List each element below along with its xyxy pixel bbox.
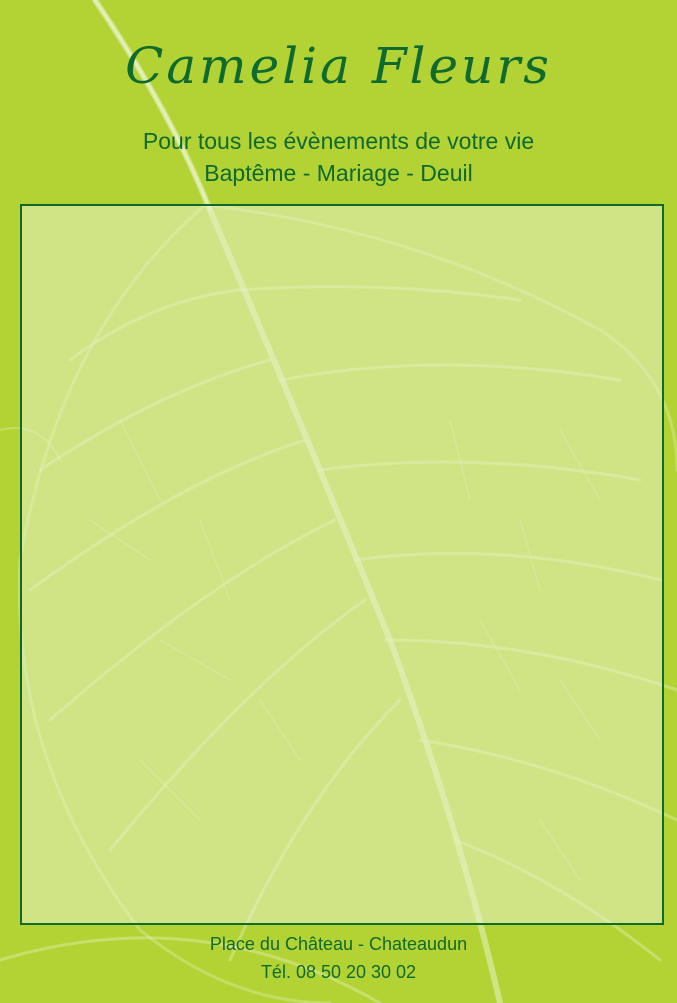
shop-title: Camelia Fleurs xyxy=(125,37,552,95)
footer-address: Place du Château - Chateaudun xyxy=(209,934,468,954)
notes-panel xyxy=(20,204,664,925)
footer-phone: Tél. 08 50 20 30 02 xyxy=(260,962,417,982)
tagline-events: Pour tous les évènements de votre vie xyxy=(142,128,535,154)
tagline-occasions: Baptême - Mariage - Deuil xyxy=(204,160,473,186)
